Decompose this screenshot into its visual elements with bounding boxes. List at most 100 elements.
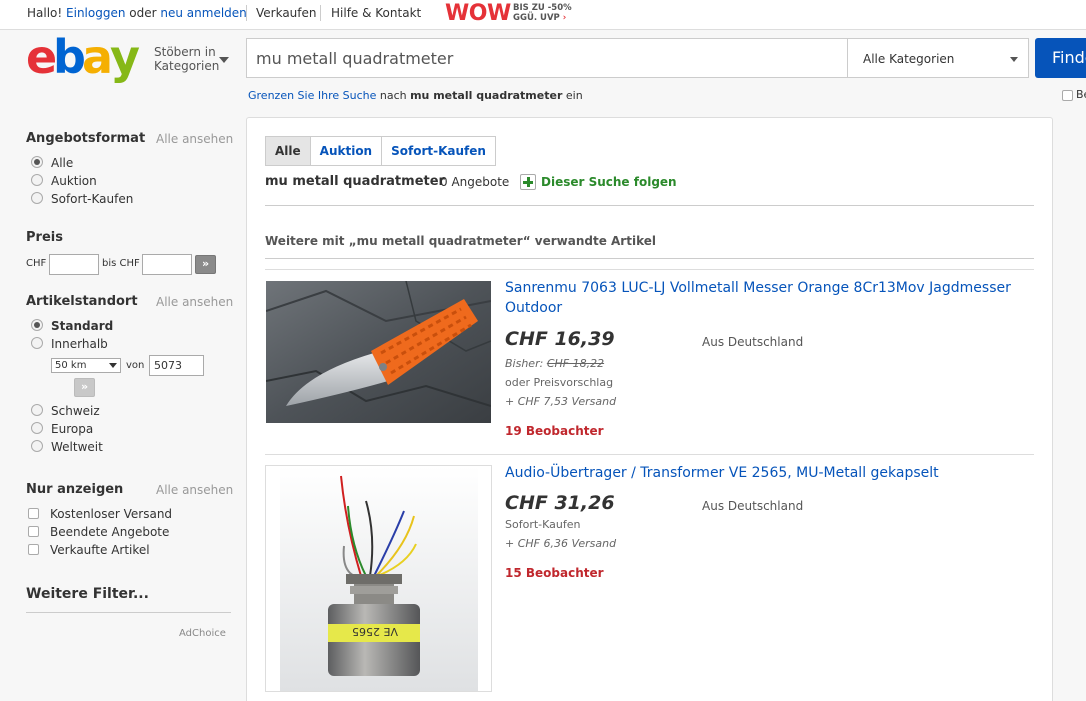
format-option-auction[interactable]: Auktion xyxy=(51,174,97,188)
transformer-label-text: VE 2565 xyxy=(352,625,398,638)
format-radio-all[interactable] xyxy=(31,156,43,168)
login-link[interactable]: Einloggen xyxy=(66,6,125,20)
price-heading: Preis xyxy=(26,230,63,245)
location-option-within[interactable]: Innerhalb xyxy=(51,337,108,351)
show-only-see-all-link[interactable]: Alle ansehen xyxy=(156,483,233,497)
free-shipping-checkbox[interactable] xyxy=(28,508,39,519)
format-see-all-link[interactable]: Alle ansehen xyxy=(156,132,233,146)
item-location: Aus Deutschland xyxy=(702,499,804,513)
sell-link[interactable]: Verkaufen xyxy=(256,6,317,20)
location-radio-within[interactable] xyxy=(31,337,43,349)
location-option-switzerland[interactable]: Schweiz xyxy=(51,404,100,418)
item-title-link[interactable]: Audio-Übertrager / Transformer VE 2565, … xyxy=(505,463,939,483)
price-max-input[interactable] xyxy=(142,254,192,275)
divider xyxy=(265,269,1034,270)
category-select-value: Alle Kategorien xyxy=(863,52,955,66)
wow-text: WOW xyxy=(445,1,511,26)
item-buy-now: Sofort-Kaufen xyxy=(505,518,581,531)
transformer-photo: VE 2565 xyxy=(280,466,478,691)
format-tabs: Alle Auktion Sofort-Kaufen xyxy=(265,136,496,166)
free-shipping-label[interactable]: Kostenloser Versand xyxy=(50,507,172,521)
item-shipping: + CHF 7,53 Versand xyxy=(505,395,617,408)
zip-input[interactable]: 5073 xyxy=(149,355,204,376)
refine-end-text: ein xyxy=(565,89,583,102)
related-items-heading: Weitere mit „mu metall quadratmeter“ ver… xyxy=(265,234,656,248)
format-option-buy-now[interactable]: Sofort-Kaufen xyxy=(51,192,133,206)
location-see-all-link[interactable]: Alle ansehen xyxy=(156,295,233,309)
format-radio-auction[interactable] xyxy=(31,174,43,186)
item-best-offer: oder Preisvorschlag xyxy=(505,376,614,389)
location-radio-standard[interactable] xyxy=(31,319,43,331)
divider xyxy=(265,258,1034,259)
top-bar: Hallo! Einloggen oder neu anmelden Verka… xyxy=(0,0,1086,30)
radius-select[interactable]: 50 km xyxy=(51,358,121,373)
tab-auction[interactable]: Auktion xyxy=(310,136,383,166)
greeting-text: Hallo! xyxy=(27,6,63,20)
price-min-input[interactable] xyxy=(49,254,99,275)
sold-items-checkbox[interactable] xyxy=(28,544,39,555)
zip-of-label: von xyxy=(126,360,145,371)
item-location: Aus Deutschland xyxy=(702,335,804,349)
ended-listings-checkbox[interactable] xyxy=(28,526,39,537)
ended-listings-label[interactable]: Beendete Angebote xyxy=(50,525,169,539)
location-radio-europe[interactable] xyxy=(31,422,43,434)
sold-items-label[interactable]: Verkaufte Artikel xyxy=(50,543,150,557)
help-contact-link[interactable]: Hilfe & Kontakt xyxy=(331,6,421,20)
was-price: CHF 18,22 xyxy=(546,357,605,370)
logo-letter-a: a xyxy=(82,30,113,84)
divider xyxy=(320,5,321,21)
format-radio-buy-now[interactable] xyxy=(31,192,43,204)
wow-subtitle-line1: BIS ZU -50% xyxy=(513,3,572,13)
format-heading: Angebotsformat xyxy=(26,131,146,146)
logo-letter-e: e xyxy=(26,30,57,84)
location-radio-worldwide[interactable] xyxy=(31,440,43,452)
show-only-heading: Nur anzeigen xyxy=(26,482,124,497)
location-heading: Artikelstandort xyxy=(26,294,138,309)
location-radio-switzerland[interactable] xyxy=(31,404,43,416)
price-submit-button[interactable]: » xyxy=(195,255,216,274)
item-watchers: 15 Beobachter xyxy=(505,566,604,580)
search-input[interactable]: mu metall quadratmeter xyxy=(246,38,848,78)
tab-all[interactable]: Alle xyxy=(265,136,311,166)
results-query-title: mu metall quadratmeter xyxy=(265,174,445,189)
greeting-line: Hallo! Einloggen oder neu anmelden xyxy=(27,6,247,20)
location-submit-button[interactable]: » xyxy=(74,378,95,397)
follow-search-link[interactable]: Dieser Suche folgen xyxy=(541,175,677,189)
location-option-europe[interactable]: Europa xyxy=(51,422,93,436)
results-count: 0 Angebote xyxy=(440,175,510,189)
item-image-transformer[interactable]: VE 2565 xyxy=(265,465,492,692)
item-was-price-line: Bisher: CHF 18,22 xyxy=(505,357,604,370)
ebay-logo[interactable]: e b a y xyxy=(26,30,146,84)
item-watchers: 19 Beobachter xyxy=(505,424,604,438)
knife-photo xyxy=(266,281,491,423)
more-filters-link[interactable]: Weitere Filter... xyxy=(26,586,149,602)
or-text: oder xyxy=(129,6,157,20)
adchoice-link[interactable]: AdChoice xyxy=(179,628,226,639)
register-link[interactable]: neu anmelden xyxy=(160,6,246,20)
item-title-line1: Sanrenmu 7063 LUC-LJ Vollmetall Messer O… xyxy=(505,280,1011,296)
location-option-worldwide[interactable]: Weltweit xyxy=(51,440,103,454)
item-price: CHF 31,26 xyxy=(505,492,615,514)
chevron-right-icon: › xyxy=(562,13,567,23)
item-image-knife[interactable] xyxy=(266,281,491,423)
plus-icon[interactable] xyxy=(520,174,536,190)
description-checkbox-label: Be xyxy=(1076,88,1086,101)
format-option-all[interactable]: Alle xyxy=(51,156,73,170)
description-checkbox[interactable] xyxy=(1062,90,1073,101)
chevron-down-icon xyxy=(109,363,117,368)
radius-select-value: 50 km xyxy=(55,360,87,371)
logo-letter-b: b xyxy=(53,30,86,84)
item-shipping: + CHF 6,36 Versand xyxy=(505,537,617,550)
chevron-down-icon[interactable] xyxy=(219,57,229,63)
item-title-link[interactable]: Sanrenmu 7063 LUC-LJ Vollmetall Messer O… xyxy=(505,278,1011,318)
shop-by-category-button[interactable]: Stöbern in Kategorien xyxy=(154,45,219,73)
divider xyxy=(246,5,247,21)
divider xyxy=(265,454,1034,455)
location-option-standard[interactable]: Standard xyxy=(51,319,113,333)
find-button[interactable]: Finden xyxy=(1035,38,1086,78)
refine-search-link[interactable]: Grenzen Sie Ihre Suche xyxy=(248,89,376,102)
tab-buy-now[interactable]: Sofort-Kaufen xyxy=(382,136,496,166)
category-select[interactable]: Alle Kategorien xyxy=(847,38,1029,78)
logo-letter-y: y xyxy=(110,30,140,84)
shop-by-line2: Kategorien xyxy=(154,59,220,73)
